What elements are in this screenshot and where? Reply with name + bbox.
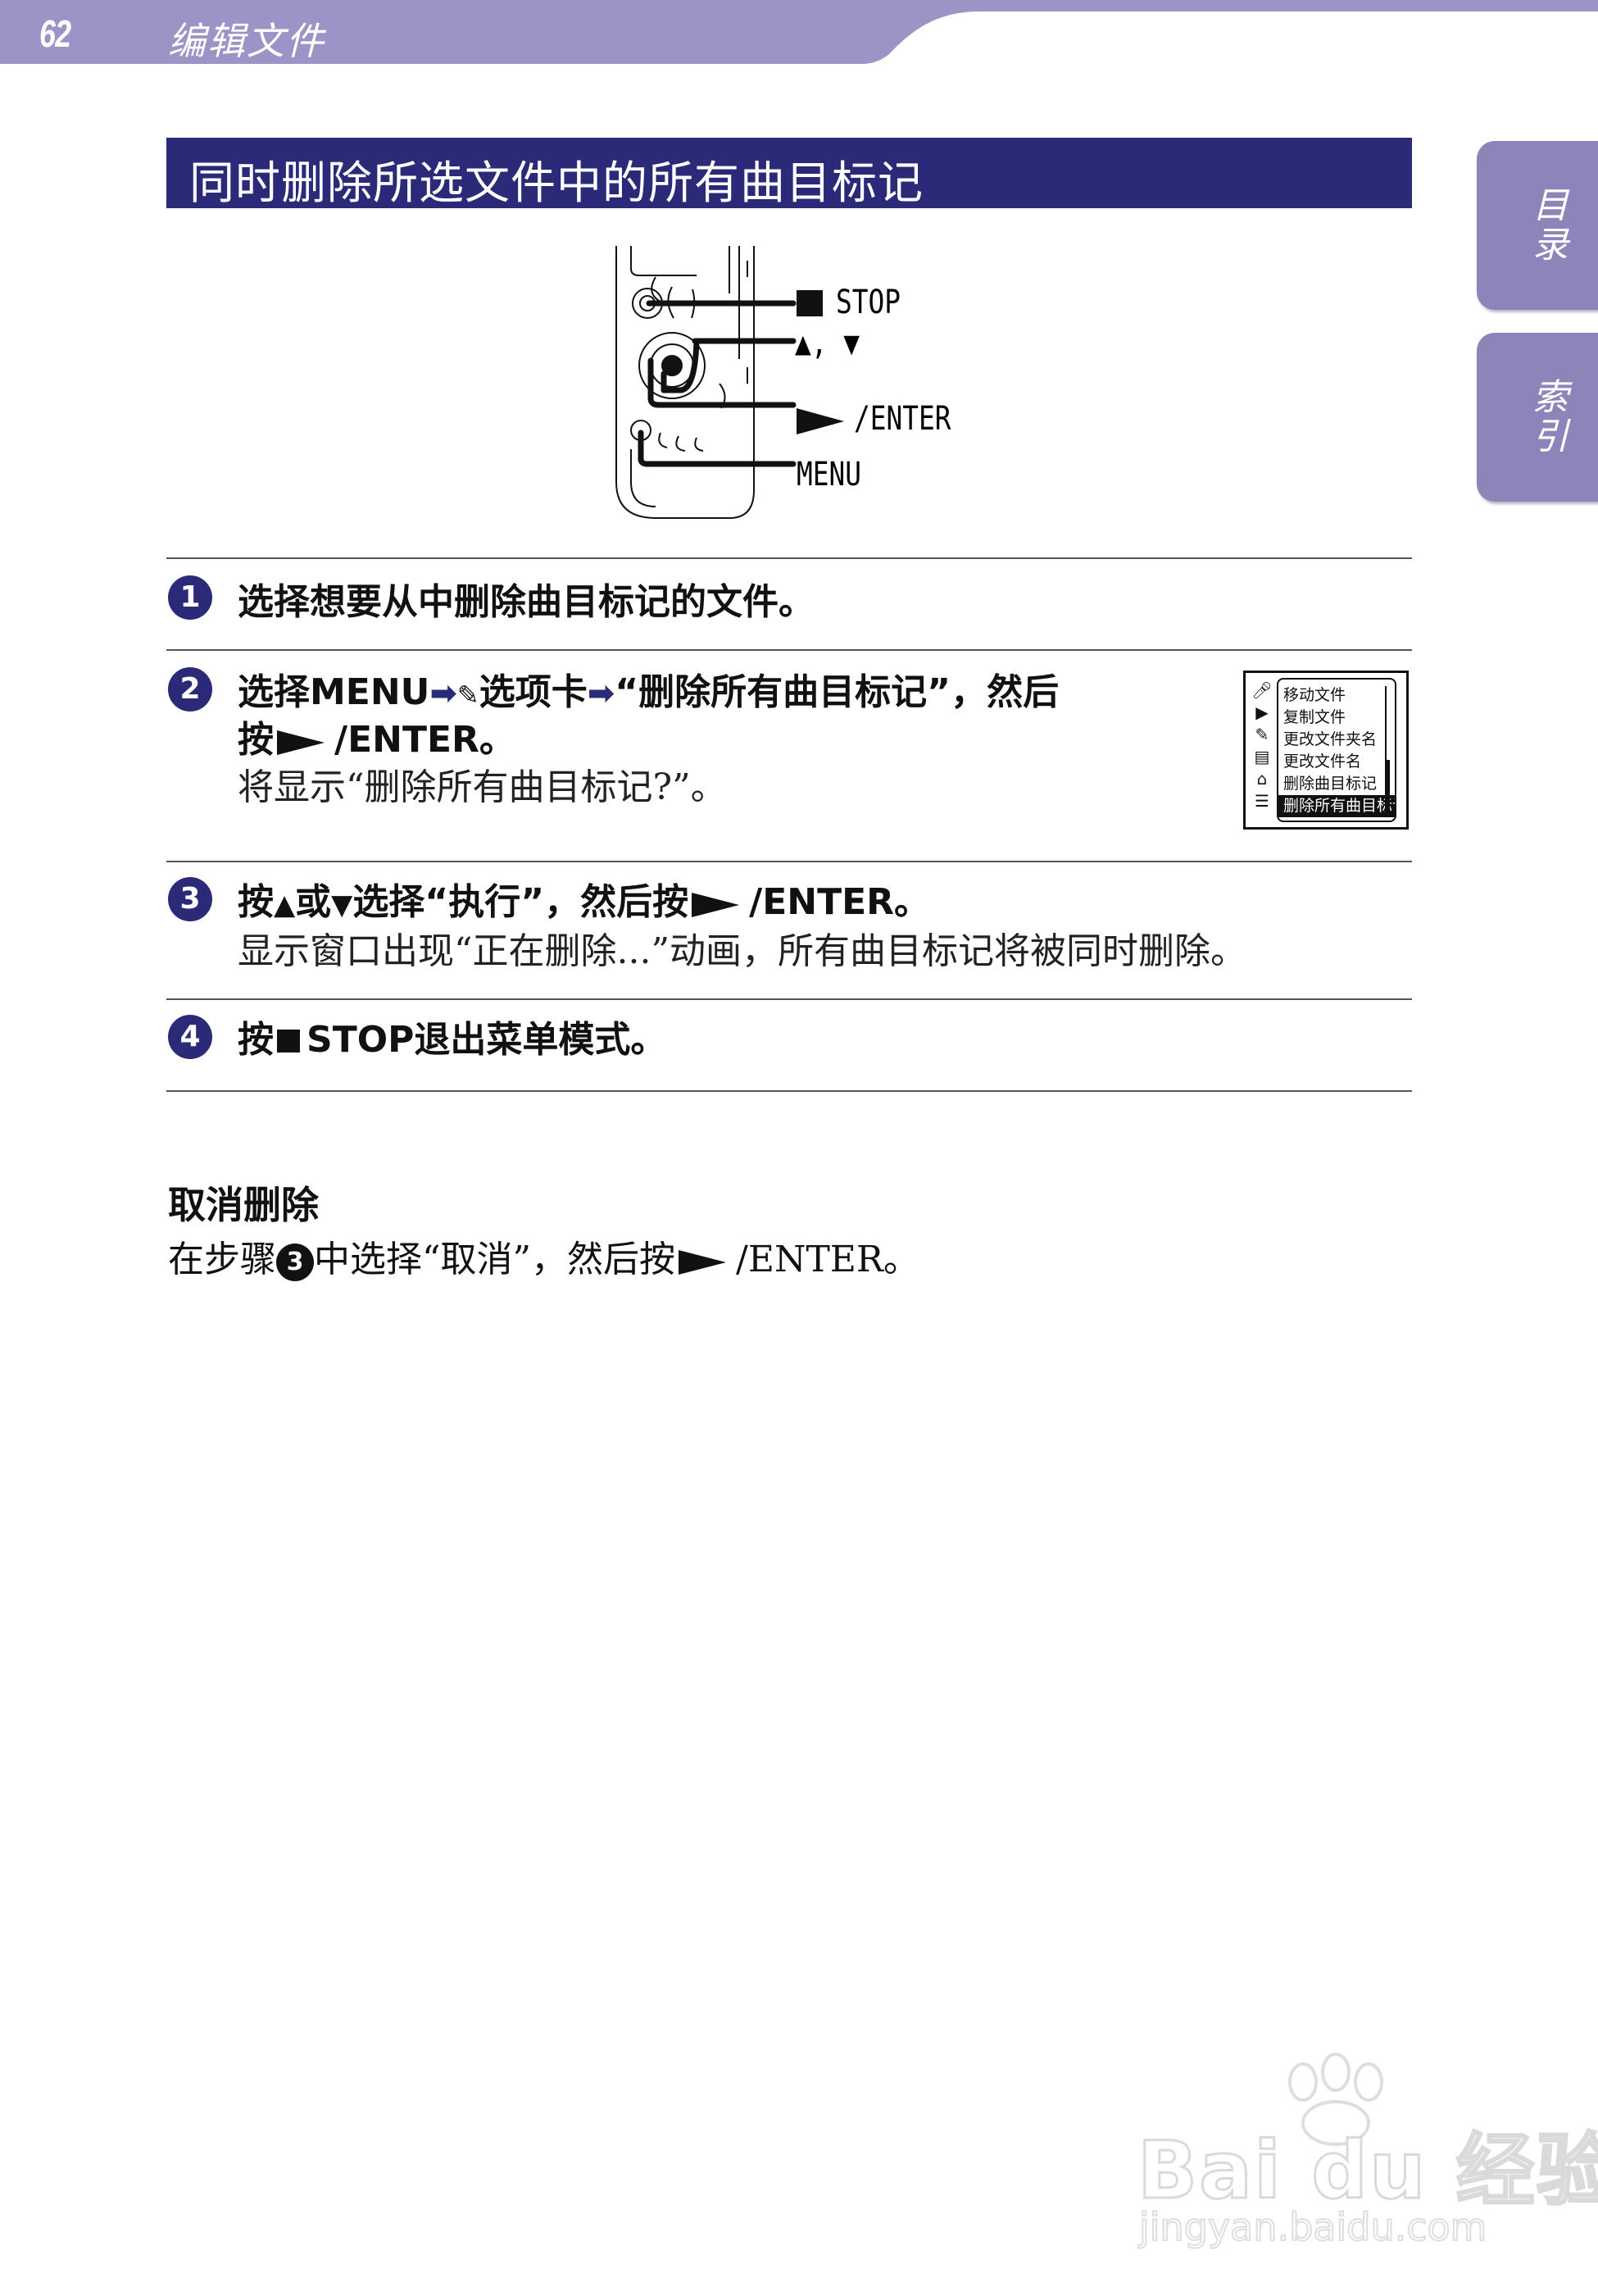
radio-icon: ☰ <box>1255 791 1269 811</box>
updown-label: ▲, ▼ <box>795 325 860 362</box>
section-title-bar: 同时删除所选文件中的所有曲目标记 <box>166 138 1412 209</box>
mic-icon: 🎤︎ <box>1251 680 1273 700</box>
divider <box>166 861 1412 862</box>
toolbox-icon: ⌂ <box>1256 769 1268 789</box>
tab-contents[interactable]: 目录 <box>1477 141 1598 310</box>
step-2-text-a: 选择MENU <box>238 671 430 713</box>
step-number-1: 1 <box>168 575 212 620</box>
step-2-text-c: “删除所有曲目标记”，然后 <box>615 671 1060 713</box>
step-number-3: 3 <box>168 877 212 921</box>
cancel-text-a: 在步骤 <box>168 1239 276 1280</box>
step-3-text-b: 或 <box>295 881 332 923</box>
cancel-text: 在步骤 3 中选择“取消”，然后按/ENTER。 <box>168 1230 919 1282</box>
cancel-text-c: /ENTER。 <box>736 1239 920 1280</box>
divider <box>166 649 1412 651</box>
page-title: 同时删除所选文件中的所有曲目标记 <box>189 157 924 209</box>
down-triangle-icon: ▼ <box>331 889 353 921</box>
step-3-text-c: 选择“执行”，然后按 <box>352 881 689 923</box>
step-2-line-1: 选择MENU➡✎选项卡➡“删除所有曲目标记”，然后 <box>238 662 1059 715</box>
display-icon: ▤ <box>1254 747 1270 766</box>
cancel-text-b: 中选择“取消”，然后按 <box>314 1239 675 1280</box>
divider <box>166 557 1412 559</box>
section-name: 编辑文件 <box>168 19 325 63</box>
play-triangle-icon <box>797 408 844 434</box>
stop-square-icon <box>797 290 823 316</box>
menu-item: 更改文件名 <box>1283 752 1362 771</box>
step-2-text-b: 选项卡 <box>479 671 588 713</box>
step-4-text-b: STOP退出菜单模式。 <box>306 1019 667 1061</box>
recorder-drawing <box>615 246 797 519</box>
step-4-text-a: 按 <box>238 1019 274 1061</box>
watermark-url: jingyan.baidu.com <box>1138 2204 1487 2250</box>
step-2-text-d: 按 <box>238 719 274 761</box>
step-number-4: 4 <box>168 1015 212 1059</box>
recorder-illustration: STOP ▲, ▼ /ENTER MENU <box>606 244 983 523</box>
menu-item: 移动文件 <box>1283 686 1346 704</box>
edit-icon: ✎ <box>1255 725 1269 744</box>
step-3-text-a: 按 <box>238 881 274 923</box>
step-3-line-1: 按▲或▼选择“执行”，然后按/ENTER。 <box>238 872 930 925</box>
step-2-line-3: 将显示“删除所有曲目标记?”。 <box>238 766 727 808</box>
arrow-right-icon: ➡ <box>587 675 615 712</box>
watermark: Bai du 经验 jingyan.baidu.com <box>1131 2049 1598 2262</box>
divider <box>166 1090 1412 1092</box>
menu-scroll-thumb <box>1385 760 1390 817</box>
play-icon <box>692 893 740 917</box>
step-2-line-2: 按/ENTER。 <box>238 710 515 762</box>
play-icon <box>679 1250 726 1275</box>
step-1-text: 选择想要从中删除曲目标记的文件。 <box>238 581 815 623</box>
menu-item-selected: 删除所有曲目标记 <box>1278 795 1395 817</box>
step-3-line-2: 显示窗口出现“正在删除...”动画，所有曲目标记将被同时删除。 <box>238 930 1246 972</box>
page-header: 62 编辑文件 <box>0 0 1598 66</box>
step-3-text-d: /ENTER。 <box>749 881 931 923</box>
tab-index-label: 索引 <box>1526 378 1568 457</box>
cancel-heading: 取消删除 <box>168 1183 319 1227</box>
step-4-text: 按 STOP退出菜单模式。 <box>238 1010 666 1062</box>
divider <box>166 998 1412 1000</box>
up-triangle-icon: ▲ <box>274 889 296 921</box>
stop-label: STOP <box>836 284 901 321</box>
menu-list: 移动文件 复制文件 更改文件夹名 更改文件名 删除曲目标记 删除所有曲目标记 <box>1277 678 1396 822</box>
menu-label: MENU <box>797 456 861 493</box>
step-ref-3: 3 <box>276 1243 314 1281</box>
stop-square-icon <box>277 1030 300 1053</box>
arrow-right-icon: ➡ <box>429 675 457 712</box>
tab-index[interactable]: 索引 <box>1477 333 1598 502</box>
pencil-tab-icon: ✎ <box>456 680 479 711</box>
menu-item: 删除曲目标记 <box>1283 775 1378 793</box>
play-icon: ▶ <box>1255 702 1269 722</box>
menu-item: 更改文件夹名 <box>1283 730 1378 748</box>
tab-contents-label: 目录 <box>1526 186 1568 265</box>
menu-item: 复制文件 <box>1283 708 1346 726</box>
menu-screenshot: 🎤︎ ▶ ✎ ▤ ⌂ ☰ 移动文件 复制文件 更改文件夹名 更改文件名 删除曲目… <box>1243 671 1409 830</box>
menu-scrollbar <box>1385 686 1391 817</box>
enter-label: /ENTER <box>854 400 951 438</box>
play-icon <box>277 730 325 755</box>
step-2-text-e: /ENTER。 <box>334 719 515 761</box>
watermark-brand: Bai du 经验 <box>1137 2124 1598 2218</box>
page-number: 62 <box>39 12 71 55</box>
menu-icon-column: 🎤︎ ▶ ✎ ▤ ⌂ ☰ <box>1251 680 1273 812</box>
step-number-2: 2 <box>168 667 212 712</box>
